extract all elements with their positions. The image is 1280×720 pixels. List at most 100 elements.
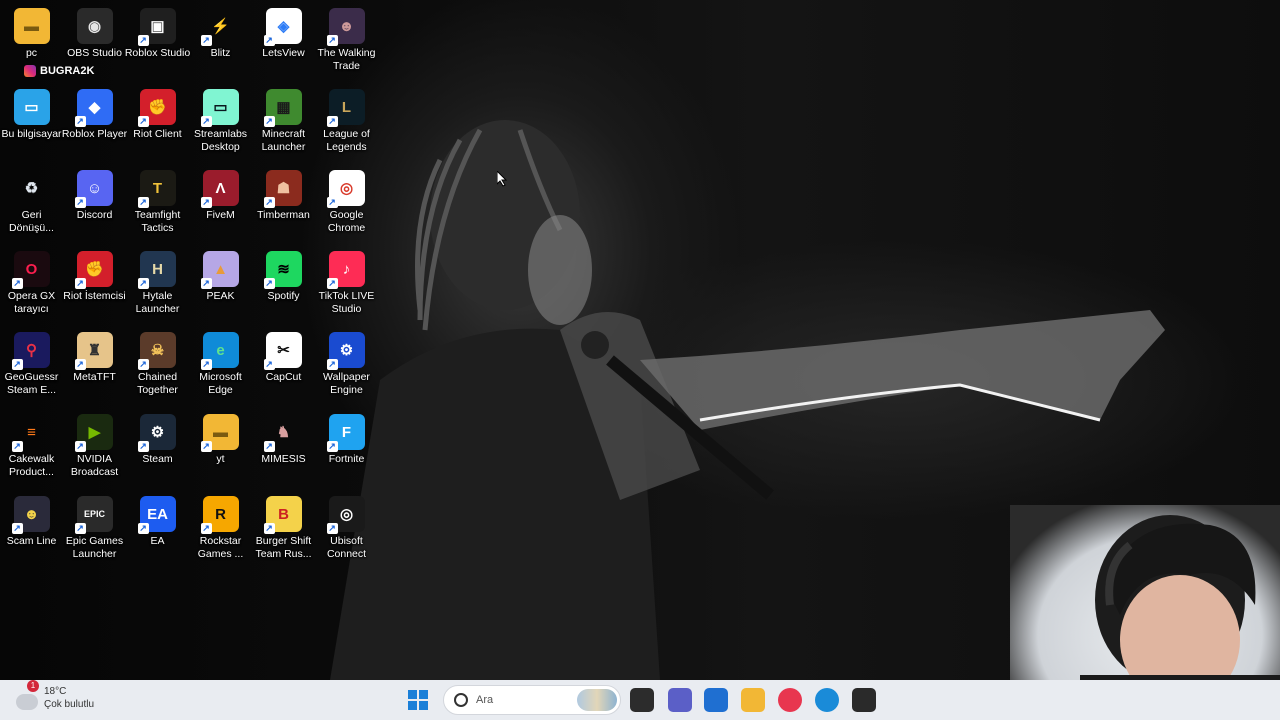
desktop-icon-timberman[interactable]: ☗ ↗ Timberman <box>252 164 315 244</box>
desktop-icon-teamfight-tactics[interactable]: T ↗ Teamfight Tactics <box>126 164 189 244</box>
desktop-icon-ea[interactable]: EA ↗ EA <box>126 490 189 570</box>
shortcut-arrow-icon: ↗ <box>11 523 23 534</box>
riot-client-icon: ✊ ↗ <box>137 89 176 127</box>
shortcut-arrow-icon: ↗ <box>263 523 275 534</box>
shortcut-arrow-icon: ↗ <box>74 359 86 370</box>
geri-dönüşü-icon: ♻ <box>24 180 39 197</box>
desktop-icon-nvidia-broadcast[interactable]: ▶ ↗ NVIDIA Broadcast <box>63 408 126 488</box>
shortcut-arrow-icon: ↗ <box>74 278 86 289</box>
desktop-icon-roblox-studio[interactable]: ▣ ↗ Roblox Studio <box>124 2 191 82</box>
desktop-icon-microsoft-edge[interactable]: e ↗ Microsoft Edge <box>189 326 252 406</box>
start-button[interactable] <box>408 690 428 710</box>
taskbar-edge-icon[interactable] <box>815 688 839 712</box>
taskbar-microsoft-store-icon[interactable] <box>704 688 728 712</box>
desktop-icon-fortnite[interactable]: F ↗ Fortnite <box>315 408 378 488</box>
teamfight-tactics-icon: T ↗ <box>137 170 176 208</box>
letsview-icon: ◈ ↗ <box>263 8 302 46</box>
desktop-icon-label: Teamfight Tactics <box>134 209 181 234</box>
shortcut-arrow-icon: ↗ <box>326 197 338 208</box>
shortcut-arrow-icon: ↗ <box>137 35 149 46</box>
taskbar-teams-icon[interactable] <box>668 688 692 712</box>
taskbar-task-view-icon[interactable] <box>630 688 654 712</box>
desktop-icon-capcut[interactable]: ✂ ↗ CapCut <box>252 326 315 406</box>
desktop-icon-riot-client[interactable]: ✊ ↗ Riot Client <box>126 83 189 163</box>
weather-desc: Çok bulutlu <box>44 699 95 710</box>
desktop-icon-label: Scam Line <box>6 535 57 547</box>
desktop-icon-league-of-legends[interactable]: L ↗ League of Legends <box>315 83 378 163</box>
desktop-icon-epic-games-launcher[interactable]: EPIC ↗ Epic Games Launcher <box>63 490 126 570</box>
desktop-icon-geoguessr-steam-e[interactable]: ⚲ ↗ GeoGuessr Steam E... <box>0 326 63 406</box>
shortcut-arrow-icon: ↗ <box>200 35 212 46</box>
desktop-icon-the-walking-trade[interactable]: ☻ ↗ The Walking Trade <box>315 2 378 82</box>
desktop-icon-label: Roblox Studio <box>124 47 191 59</box>
shortcut-arrow-icon: ↗ <box>11 441 23 452</box>
desktop-icon-obs-studio[interactable]: ◉ OBS Studio <box>63 2 126 82</box>
shortcut-arrow-icon: ↗ <box>326 523 338 534</box>
taskbar-file-explorer-icon[interactable] <box>741 688 765 712</box>
desktop-icon-cakewalk-product[interactable]: ≡ ↗ Cakewalk Product... <box>0 408 63 488</box>
desktop-icon-streamlabs-desktop[interactable]: ▭ ↗ Streamlabs Desktop <box>189 83 252 163</box>
desktop-icon-google-chrome[interactable]: ◎ ↗ Google Chrome <box>315 164 378 244</box>
notification-badge: 1 <box>27 680 39 692</box>
desktop-icon-label: TikTok LIVE Studio <box>318 290 375 315</box>
desktop-icon-metatft[interactable]: ♜ ↗ MetaTFT <box>63 326 126 406</box>
desktop-icon-label: Streamlabs Desktop <box>193 128 248 153</box>
desktop-icon-pc[interactable]: ▬ pc <box>0 2 63 82</box>
desktop-icon-scam-line[interactable]: ☻ ↗ Scam Line <box>0 490 63 570</box>
desktop-icon-fivem[interactable]: Λ ↗ FiveM <box>189 164 252 244</box>
wallpaper-engine-icon: ⚙ ↗ <box>326 332 365 370</box>
chained-together-icon: ☠ ↗ <box>137 332 176 370</box>
desktop-icon-ubisoft-connect[interactable]: ◎ ↗ Ubisoft Connect <box>315 490 378 570</box>
tiktok-live-studio-icon: ♪ ↗ <box>326 251 365 289</box>
taskbar-app-red-badge-icon[interactable] <box>852 688 876 712</box>
desktop-icon-bu-bilgisayar[interactable]: ▭ Bu bilgisayar <box>0 83 63 163</box>
desktop-icon-label: Fortnite <box>328 453 365 465</box>
obs-studio-icon: ◉ <box>76 8 113 44</box>
desktop-icon-chained-together[interactable]: ☠ ↗ Chained Together <box>126 326 189 406</box>
desktop-icon-hytale-launcher[interactable]: H ↗ Hytale Launcher <box>126 245 189 325</box>
hytale-launcher-icon: H ↗ <box>137 251 176 289</box>
desktop-icon-roblox-player[interactable]: ◆ ↗ Roblox Player <box>62 83 127 163</box>
desktop-icon-label: pc <box>25 47 38 59</box>
desktop-icon-label: Discord <box>76 209 113 221</box>
desktop-icon-label: PEAK <box>206 290 235 302</box>
shortcut-arrow-icon: ↗ <box>263 441 275 452</box>
shortcut-arrow-icon: ↗ <box>326 441 338 452</box>
burger-shift-team-rus-icon: B ↗ <box>263 496 302 534</box>
desktop-icon-burger-shift-team-rus[interactable]: B ↗ Burger Shift Team Rus... <box>252 490 315 570</box>
desktop-icon-peak[interactable]: ▲ ↗ PEAK <box>189 245 252 325</box>
desktop-icon-tiktok-live-studio[interactable]: ♪ ↗ TikTok LIVE Studio <box>315 245 378 325</box>
nvidia-broadcast-icon: ▶ ↗ <box>74 414 113 452</box>
yt-icon: ▬ ↗ <box>200 414 239 452</box>
desktop-icon-steam[interactable]: ⚙ ↗ Steam <box>126 408 189 488</box>
desktop-icon-label: Steam <box>142 453 173 465</box>
search-box[interactable]: Ara <box>443 685 621 715</box>
shortcut-arrow-icon: ↗ <box>11 278 23 289</box>
desktop-icon-yt[interactable]: ▬ ↗ yt <box>189 408 252 488</box>
desktop-icon-riot-i-stemcisi[interactable]: ✊ ↗ Riot İstemcisi <box>63 245 126 325</box>
desktop-icon-label: Geri Dönüşü... <box>9 209 54 234</box>
desktop-icon-spotify[interactable]: ≋ ↗ Spotify <box>252 245 315 325</box>
cakewalk-product-icon: ≡ ↗ <box>11 423 36 452</box>
desktop-icon-mimesis[interactable]: ♞ ↗ MIMESIS <box>252 408 315 488</box>
desktop-icon-label: GeoGuessr Steam E... <box>4 371 59 396</box>
minecraft-launcher-icon: ▦ ↗ <box>263 89 302 127</box>
epic-games-launcher-icon: EPIC ↗ <box>74 496 113 534</box>
shortcut-arrow-icon: ↗ <box>263 359 275 370</box>
desktop-icon-wallpaper-engine[interactable]: ⚙ ↗ Wallpaper Engine <box>315 326 378 406</box>
desktop-icon-label: Google Chrome <box>327 209 366 234</box>
desktop-icon-geri-dönüşü[interactable]: ♻ Geri Dönüşü... <box>0 164 63 244</box>
desktop-icon-discord[interactable]: ☺ ↗ Discord <box>63 164 126 244</box>
desktop-icon-opera-gx-tarayıcı[interactable]: O ↗ Opera GX tarayıcı <box>0 245 63 325</box>
desktop-icon-minecraft-launcher[interactable]: ▦ ↗ Minecraft Launcher <box>252 83 315 163</box>
weather-widget[interactable]: 1 18°C Çok bulutlu <box>16 680 95 711</box>
shortcut-arrow-icon: ↗ <box>11 359 23 370</box>
desktop-icon-blitz[interactable]: ⚡ ↗ Blitz <box>189 2 252 82</box>
rockstar-games-icon: R ↗ <box>200 496 239 534</box>
roblox-studio-icon: ▣ ↗ <box>137 8 176 46</box>
desktop-icon-rockstar-games[interactable]: R ↗ Rockstar Games ... <box>189 490 252 570</box>
desktop-icon-label: Minecraft Launcher <box>261 128 306 153</box>
desktop-icon-label: MIMESIS <box>261 453 306 465</box>
taskbar-opera-gx-icon[interactable] <box>778 688 802 712</box>
desktop-icon-letsview[interactable]: ◈ ↗ LetsView <box>252 2 315 82</box>
